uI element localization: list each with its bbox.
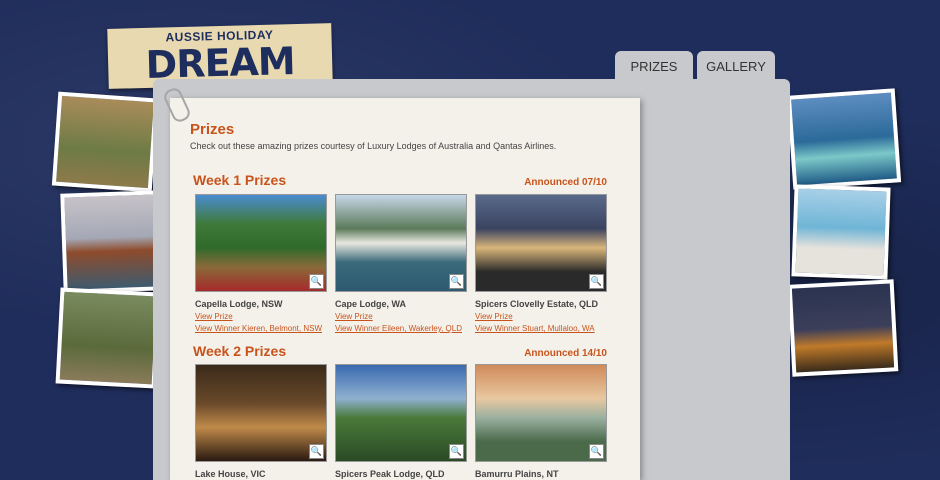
prize-name: Lake House, VIC	[195, 469, 266, 479]
view-prize-link[interactable]: View Prize	[475, 312, 605, 321]
view-prize-link[interactable]: View Prize	[335, 312, 465, 321]
side-photo-cyclist	[55, 287, 161, 389]
week-2-title: Week 2 Prizes	[193, 343, 287, 359]
prize-card: 🔍 Spicers Clovelly Estate, QLD View Priz…	[475, 194, 607, 333]
prize-name: Spicers Clovelly Estate, QLD	[475, 299, 599, 309]
prize-card: 🔍 Spicers Peak Lodge, QLD	[335, 364, 467, 479]
prize-thumbnail[interactable]: 🔍	[195, 194, 327, 292]
prize-thumbnail[interactable]: 🔍	[335, 364, 467, 462]
magnifier-icon[interactable]: 🔍	[589, 274, 604, 289]
week-1-title: Week 1 Prizes	[193, 172, 287, 188]
prize-thumbnail[interactable]: 🔍	[195, 364, 327, 462]
view-winner-link[interactable]: View Winner Kieren, Belmont, NSW	[195, 324, 325, 333]
prize-name: Bamurru Plains, NT	[475, 469, 559, 479]
side-photo-beach-couple	[791, 184, 891, 280]
tab-gallery[interactable]: GALLERY	[697, 51, 775, 79]
prize-thumbnail[interactable]: 🔍	[475, 194, 607, 292]
prize-name: Capella Lodge, NSW	[195, 299, 283, 309]
page-intro: Check out these amazing prizes courtesy …	[190, 141, 557, 151]
prize-card: 🔍 Cape Lodge, WA View Prize View Winner …	[335, 194, 467, 333]
prize-name: Cape Lodge, WA	[335, 299, 407, 309]
week-2-announced: Announced 14/10	[524, 348, 607, 359]
magnifier-icon[interactable]: 🔍	[589, 444, 604, 459]
view-prize-link[interactable]: View Prize	[195, 312, 325, 321]
tab-prizes[interactable]: PRIZES	[615, 51, 693, 79]
prize-name: Spicers Peak Lodge, QLD	[335, 469, 445, 479]
side-photo-island	[786, 88, 902, 190]
magnifier-icon[interactable]: 🔍	[309, 274, 324, 289]
magnifier-icon[interactable]: 🔍	[309, 444, 324, 459]
view-winner-link[interactable]: View Winner Eileen, Wakerley, QLD	[335, 324, 465, 333]
side-photo-campfire	[787, 279, 899, 377]
magnifier-icon[interactable]: 🔍	[449, 274, 464, 289]
view-winner-link[interactable]: View Winner Stuart, Mullaloo, WA	[475, 324, 605, 333]
page-title: Prizes	[190, 121, 235, 138]
magnifier-icon[interactable]: 🔍	[449, 444, 464, 459]
side-photo-rocks	[60, 190, 164, 294]
prize-card: 🔍 Capella Lodge, NSW View Prize View Win…	[195, 194, 327, 333]
prize-card: 🔍 Bamurru Plains, NT	[475, 364, 607, 479]
prize-thumbnail[interactable]: 🔍	[475, 364, 607, 462]
prize-thumbnail[interactable]: 🔍	[335, 194, 467, 292]
prize-card: 🔍 Lake House, VIC	[195, 364, 327, 479]
week-1-announced: Announced 07/10	[524, 177, 607, 188]
